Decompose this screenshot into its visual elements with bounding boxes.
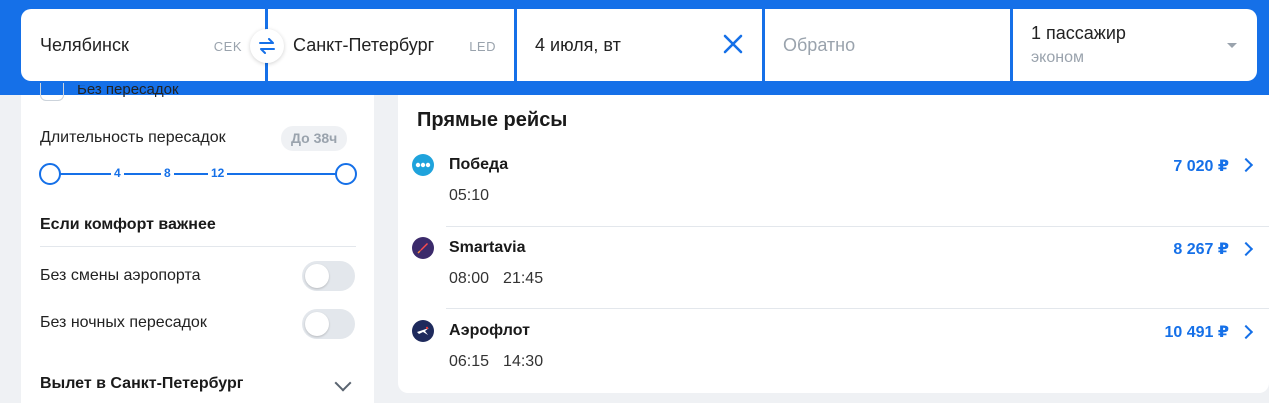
airline-name: Smartavia	[449, 239, 526, 256]
aeroflot-logo-icon	[412, 320, 434, 342]
flight-row[interactable]: Аэрофлот 06:15 14:30 10 491 ₽	[398, 308, 1269, 391]
pobeda-logo-icon	[412, 154, 434, 176]
origin-field[interactable]: Челябинск CEK	[21, 9, 265, 81]
no-night-transfers-label: Без ночных пересадок	[40, 314, 207, 331]
flight-row[interactable]: Smartavia 08:00 21:45 8 267 ₽	[398, 226, 1269, 309]
results-title: Прямые рейсы	[417, 109, 568, 131]
departure-time[interactable]: 06:15	[449, 353, 489, 370]
dropdown-arrow-icon	[1227, 43, 1237, 48]
chevron-right-icon[interactable]	[1238, 324, 1254, 340]
airline-name: Победа	[449, 156, 509, 173]
swap-arrows-icon	[259, 38, 275, 54]
transfer-duration-slider[interactable]: 4 8 12	[39, 162, 357, 186]
search-bar: Челябинск CEK Санкт-Петербург LED 4 июля…	[0, 0, 1269, 95]
departure-time[interactable]: 05:10	[449, 187, 489, 204]
no-night-transfers-toggle[interactable]	[302, 309, 355, 339]
passengers-field[interactable]: 1 пассажир эконом	[1013, 9, 1257, 81]
departure-time[interactable]: 21:45	[503, 270, 543, 287]
flight-times: 05:10	[449, 187, 489, 205]
flight-times: 06:15 14:30	[449, 353, 543, 371]
origin-city: Челябинск	[40, 35, 129, 55]
flight-price: 10 491 ₽	[1164, 324, 1229, 341]
comfort-section-title: Если комфорт важнее	[40, 216, 216, 233]
results-panel: Прямые рейсы Победа 05:10 7 020 ₽ Smarta…	[398, 95, 1269, 393]
cabin-class: эконом	[1031, 49, 1084, 66]
flight-row[interactable]: Победа 05:10 7 020 ₽	[398, 145, 1269, 228]
slider-track	[51, 173, 345, 175]
slider-max-handle[interactable]	[335, 163, 357, 185]
slider-tick-12: 12	[208, 166, 228, 180]
no-airport-change-label: Без смены аэропорта	[40, 267, 201, 284]
slider-tick-8: 8	[161, 166, 174, 180]
destination-iata: LED	[469, 39, 496, 54]
chevron-right-icon[interactable]	[1238, 241, 1254, 257]
slider-tick-4: 4	[111, 166, 124, 180]
return-placeholder: Обратно	[783, 35, 856, 55]
smartavia-logo-icon	[412, 237, 434, 259]
chevron-down-icon[interactable]	[334, 374, 352, 392]
departure-date: 4 июля, вт	[535, 35, 621, 55]
transfer-duration-label: Длительность пересадок	[40, 129, 226, 146]
departure-section-title[interactable]: Вылет в Санкт-Петербург	[40, 375, 243, 393]
flight-price: 7 020 ₽	[1173, 158, 1229, 175]
direct-only-label: Без пересадок	[77, 85, 179, 98]
origin-iata: CEK	[213, 39, 242, 54]
row-divider	[446, 308, 1269, 309]
clear-date-icon[interactable]	[722, 33, 744, 55]
departure-date-field[interactable]: 4 июля, вт	[517, 9, 762, 81]
flight-price: 8 267 ₽	[1173, 241, 1229, 258]
flight-times: 08:00 21:45	[449, 270, 543, 288]
toggle-knob	[305, 264, 329, 288]
no-airport-change-toggle[interactable]	[302, 261, 355, 291]
return-date-field[interactable]: Обратно	[765, 9, 1010, 81]
destination-city: Санкт-Петербург	[293, 35, 435, 55]
transfer-duration-badge: До 38ч	[281, 126, 348, 151]
passenger-count: 1 пассажир	[1031, 23, 1126, 43]
chevron-right-icon[interactable]	[1238, 157, 1254, 173]
slider-min-handle[interactable]	[39, 163, 61, 185]
departure-time[interactable]: 14:30	[503, 353, 543, 370]
swap-cities-button[interactable]	[250, 29, 284, 63]
departure-time[interactable]: 08:00	[449, 270, 489, 287]
filters-panel: Без пересадок Длительность пересадок До …	[21, 83, 374, 403]
row-divider	[446, 226, 1269, 227]
direct-only-checkbox[interactable]	[40, 83, 64, 101]
destination-field[interactable]: Санкт-Петербург LED	[268, 9, 514, 81]
airline-name: Аэрофлот	[449, 322, 530, 339]
toggle-knob	[305, 312, 329, 336]
divider	[40, 246, 356, 247]
